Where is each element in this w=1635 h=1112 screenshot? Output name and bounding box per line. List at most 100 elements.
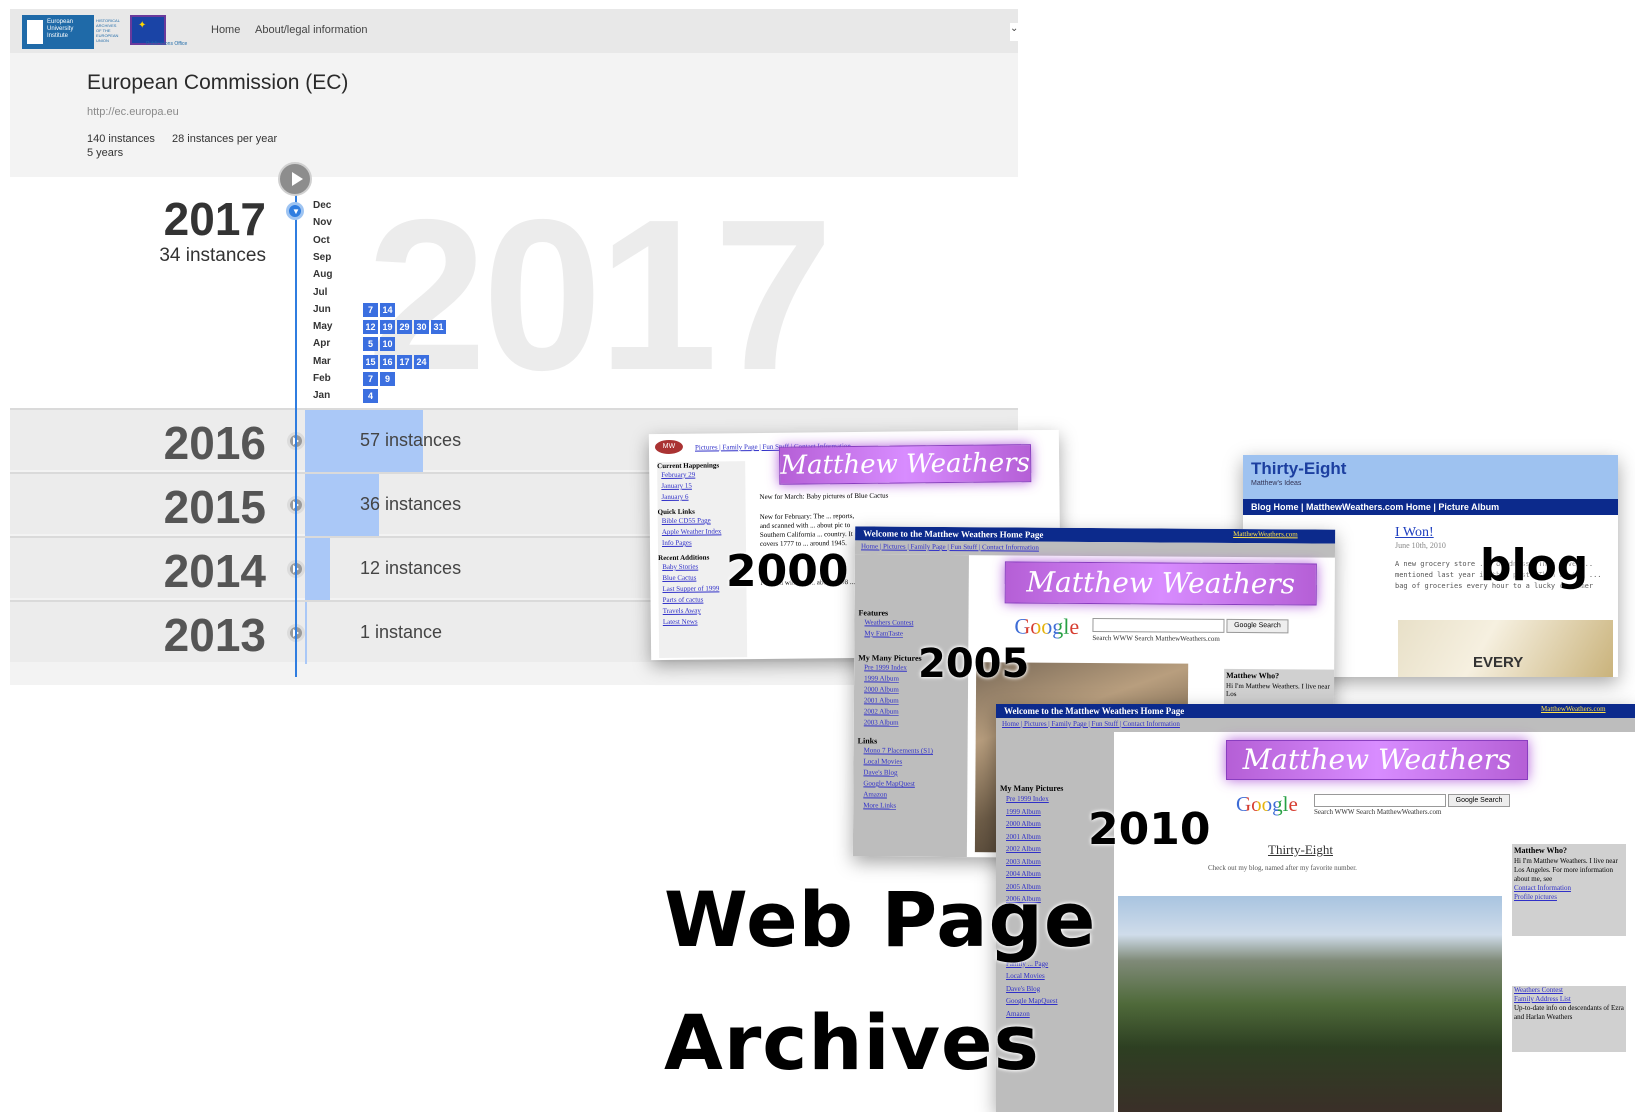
blog-caption: Check out my blog, named after my favori… [1208, 864, 1357, 872]
year-label: 2014 [163, 545, 266, 597]
post-date: June 10th, 2010 [1395, 541, 1446, 550]
sidebar-link[interactable]: Weathers Contest [858, 617, 966, 629]
sidebar-link[interactable]: 2003 Album [858, 717, 966, 729]
day-chip[interactable]: 5 [363, 337, 378, 352]
caption-line-1: Web Page [664, 875, 1097, 964]
sidebar-link[interactable]: Mono 7 Placements (S1) [858, 745, 966, 757]
year-2000-label: 2000 [726, 546, 849, 597]
google-search-button[interactable]: Google Search [1226, 618, 1289, 634]
day-chip[interactable]: 7 [363, 372, 378, 386]
nav-home-link[interactable]: Home [211, 24, 240, 36]
search-radio-options[interactable]: Search WWW Search MatthewWeathers.com [1092, 634, 1220, 643]
sidebar-link[interactable]: Local Movies [1000, 970, 1112, 983]
language-menu[interactable]: ⌄ [1010, 23, 1018, 41]
google-search-button[interactable]: Google Search [1448, 794, 1510, 807]
sidebar-link[interactable]: Dave's Blog [857, 767, 965, 779]
month-label-apr: Apr [313, 338, 331, 350]
google-logo-text: Google [1014, 613, 1080, 639]
sidebar-link[interactable]: Apple Weather Index [658, 526, 746, 538]
nav-2005[interactable]: Home | Pictures | Family Page | Fun Stuf… [861, 541, 1039, 553]
sidebar-link[interactable]: January 6 [657, 491, 745, 503]
sidebar-link[interactable]: February 29 [657, 469, 745, 481]
who-heading: Matthew Who? [1226, 670, 1280, 681]
publications-office-caption: Publications Office [146, 41, 188, 47]
who-link[interactable]: Profile pictures [1512, 893, 1626, 902]
month-label-jul: Jul [313, 286, 328, 298]
year-2005-label: 2005 [918, 641, 1030, 687]
side-text: Up-to-date info on descendants of Ezra a… [1514, 1004, 1624, 1021]
nav-about-link[interactable]: About/legal information [255, 24, 368, 36]
current-year-marker[interactable]: ▼ [286, 202, 304, 220]
day-chip[interactable]: 9 [380, 372, 395, 386]
google-logo-text: Google [1236, 792, 1298, 816]
who-link[interactable]: Contact Information [1512, 884, 1626, 893]
day-chip[interactable]: 16 [380, 354, 395, 369]
day-chip[interactable]: 4 [363, 389, 378, 404]
who-box: Matthew Who? Hi I'm Matthew Weathers. I … [1512, 844, 1626, 936]
who-text: Hi I'm Matthew Weathers. I live near Los [1225, 681, 1330, 698]
year-2010-label: 2010 [1088, 804, 1211, 855]
sidebar-link[interactable]: Latest News [659, 616, 747, 628]
titlebar-2010: Welcome to the Matthew Weathers Home Pag… [996, 704, 1635, 718]
titlebar-link[interactable]: MatthewWeathers.com [1541, 705, 1606, 713]
sidebar-2005: Features Weathers Contest My FamTaste My… [852, 554, 969, 858]
page-title: European Commission (EC) [87, 71, 349, 94]
sidebar-link[interactable]: 2001 Album [858, 695, 966, 707]
play-icon [292, 172, 303, 186]
year-bar [305, 602, 307, 664]
day-chip[interactable]: 24 [414, 354, 429, 369]
nav-2010[interactable]: Home | Pictures | Family Page | Fun Stuf… [1002, 719, 1180, 730]
day-chip[interactable]: 7 [363, 302, 378, 317]
matthew-weathers-logo: Matthew Weathers [1004, 561, 1317, 606]
day-chip[interactable]: 31 [431, 320, 446, 335]
sidebar-link[interactable]: January 15 [657, 480, 745, 492]
timeline-line [295, 177, 297, 677]
news-line: New for March: Baby pictures of Blue Cac… [759, 491, 889, 501]
year-label: 2013 [163, 609, 266, 661]
site-url[interactable]: http://ec.europa.eu [87, 106, 179, 118]
day-chip[interactable]: 30 [414, 320, 429, 335]
google-search-input[interactable] [1092, 617, 1225, 633]
stat-instances-per-year: 28 instances per year [172, 133, 278, 145]
day-chip[interactable]: 12 [363, 320, 378, 335]
day-chip[interactable]: 29 [397, 320, 412, 335]
google-search-input[interactable] [1314, 794, 1446, 807]
sidebar-link[interactable]: 2003 Album [1000, 856, 1112, 869]
news-line: New for February: The ... reports, and s… [759, 512, 855, 548]
year-label: 2016 [163, 417, 266, 469]
sidebar-link[interactable]: Dave's Blog [1000, 983, 1112, 996]
side-link[interactable]: Family Address List [1512, 995, 1626, 1004]
day-chip[interactable]: 15 [363, 354, 378, 369]
chevron-down-icon: ▼ [292, 207, 300, 216]
sidebar-link[interactable]: More Links [857, 800, 965, 812]
day-chip[interactable]: 14 [380, 302, 395, 317]
who-heading: Matthew Who? [1514, 846, 1567, 855]
sidebar-link[interactable]: My FamTaste [858, 628, 966, 640]
day-chip[interactable]: 17 [397, 354, 412, 369]
sidebar-link[interactable]: Amazon [857, 789, 965, 801]
year-count: 12 instances [360, 558, 462, 578]
day-chip[interactable]: 10 [380, 337, 395, 352]
google-logo: Google [1236, 792, 1298, 817]
eui-logo[interactable]: European University Institute [22, 15, 94, 49]
month-label-nov: Nov [313, 217, 332, 229]
play-button[interactable] [278, 162, 312, 196]
day-chip[interactable]: 19 [380, 320, 395, 335]
blog-subtitle: Matthew's Ideas [1251, 480, 1302, 487]
blog-title[interactable]: Thirty-Eight [1251, 459, 1346, 479]
blog-nav[interactable]: Blog Home | MatthewWeathers.com Home | P… [1243, 499, 1618, 515]
sidebar-link[interactable]: Local Movies [857, 756, 965, 768]
search-radio-options[interactable]: Search WWW Search MatthewWeathers.com [1314, 808, 1441, 816]
sidebar-link[interactable]: Bible CD55 Page [658, 515, 746, 527]
matthew-weathers-logo: Matthew Weathers [778, 444, 1032, 485]
sidebar-link[interactable]: 2002 Album [858, 706, 966, 718]
titlebar-link[interactable]: MatthewWeathers.com [1233, 530, 1298, 538]
blog-link[interactable]: Thirty-Eight [1268, 842, 1333, 858]
door-icon [27, 20, 43, 44]
month-label-jan: Jan [313, 390, 331, 402]
eui-logo-text: European University Institute [47, 19, 74, 39]
side-link[interactable]: Weathers Contest [1512, 986, 1626, 995]
sidebar-link[interactable]: Google MapQuest [857, 778, 965, 790]
post-title[interactable]: I Won! [1395, 525, 1434, 541]
post-image: EVERY [1398, 620, 1613, 677]
